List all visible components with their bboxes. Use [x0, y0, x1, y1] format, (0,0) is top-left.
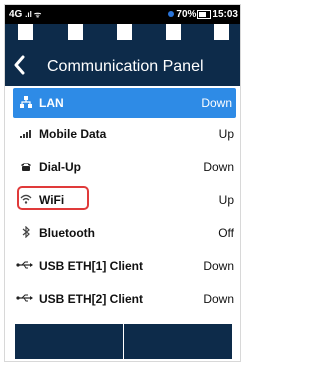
- network-icon: [19, 95, 33, 109]
- chevron-left-icon: [14, 55, 25, 75]
- phone-icon: [19, 159, 33, 173]
- notification-dot-icon: [168, 11, 175, 18]
- status-right: 70% 15:03: [168, 5, 238, 24]
- item-label: Dial-Up: [39, 160, 81, 174]
- block: [117, 24, 132, 40]
- header: Communication Panel: [5, 46, 240, 86]
- footer-bar: [15, 324, 232, 359]
- block: [18, 24, 33, 40]
- clock: 15:03: [212, 9, 238, 20]
- battery-icon: [197, 9, 212, 19]
- item-label: USB ETH[1] Client: [39, 259, 144, 273]
- battery-percent: 70%: [176, 9, 197, 20]
- block: [214, 24, 229, 40]
- item-state: Up: [218, 127, 234, 141]
- bluetooth-icon: [19, 225, 33, 239]
- list-item-bluetooth[interactable]: Bluetooth Off: [5, 217, 240, 250]
- signal-bars-icon: [19, 126, 33, 140]
- wifi-icon: [19, 192, 33, 206]
- item-state: Off: [218, 226, 234, 240]
- item-state: Down: [203, 259, 234, 273]
- page-title: Communication Panel: [47, 58, 204, 75]
- top-bar-blocks: [5, 24, 240, 46]
- interface-list: LAN Down Mobile Data Up Dial-Up Down WiF…: [5, 88, 240, 316]
- item-label: Bluetooth: [39, 226, 95, 240]
- footer-right-button[interactable]: [124, 324, 232, 359]
- item-state: Down: [201, 96, 232, 110]
- status-bar: 4G .ıl ᯤ 70% 15:03: [5, 5, 240, 24]
- list-item-usb-eth-1[interactable]: USB ETH[1] Client Down: [5, 250, 240, 283]
- block: [68, 24, 83, 40]
- item-state: Down: [203, 292, 234, 306]
- footer-left-button[interactable]: [15, 324, 123, 359]
- back-button[interactable]: [13, 54, 25, 76]
- network-type: 4G: [9, 9, 23, 20]
- item-label: Mobile Data: [39, 127, 107, 141]
- list-item-mobile-data[interactable]: Mobile Data Up: [5, 118, 240, 151]
- status-left: 4G .ıl ᯤ: [9, 5, 41, 24]
- item-state: Up: [218, 193, 234, 207]
- signal-icon: .ıl ᯤ: [25, 10, 42, 19]
- item-label: USB ETH[2] Client: [39, 292, 144, 306]
- list-item-wifi[interactable]: WiFi Up: [5, 184, 240, 217]
- usb-icon: [15, 258, 35, 272]
- item-label: WiFi: [39, 193, 65, 207]
- usb-icon: [15, 291, 35, 305]
- device-screen: 4G .ıl ᯤ 70% 15:03 Communication Panel L…: [4, 4, 241, 362]
- item-label: LAN: [39, 96, 64, 110]
- list-item-usb-eth-2[interactable]: USB ETH[2] Client Down: [5, 283, 240, 316]
- block: [166, 24, 181, 40]
- list-item-lan[interactable]: LAN Down: [13, 88, 236, 118]
- item-state: Down: [203, 160, 234, 174]
- list-item-dial-up[interactable]: Dial-Up Down: [5, 151, 240, 184]
